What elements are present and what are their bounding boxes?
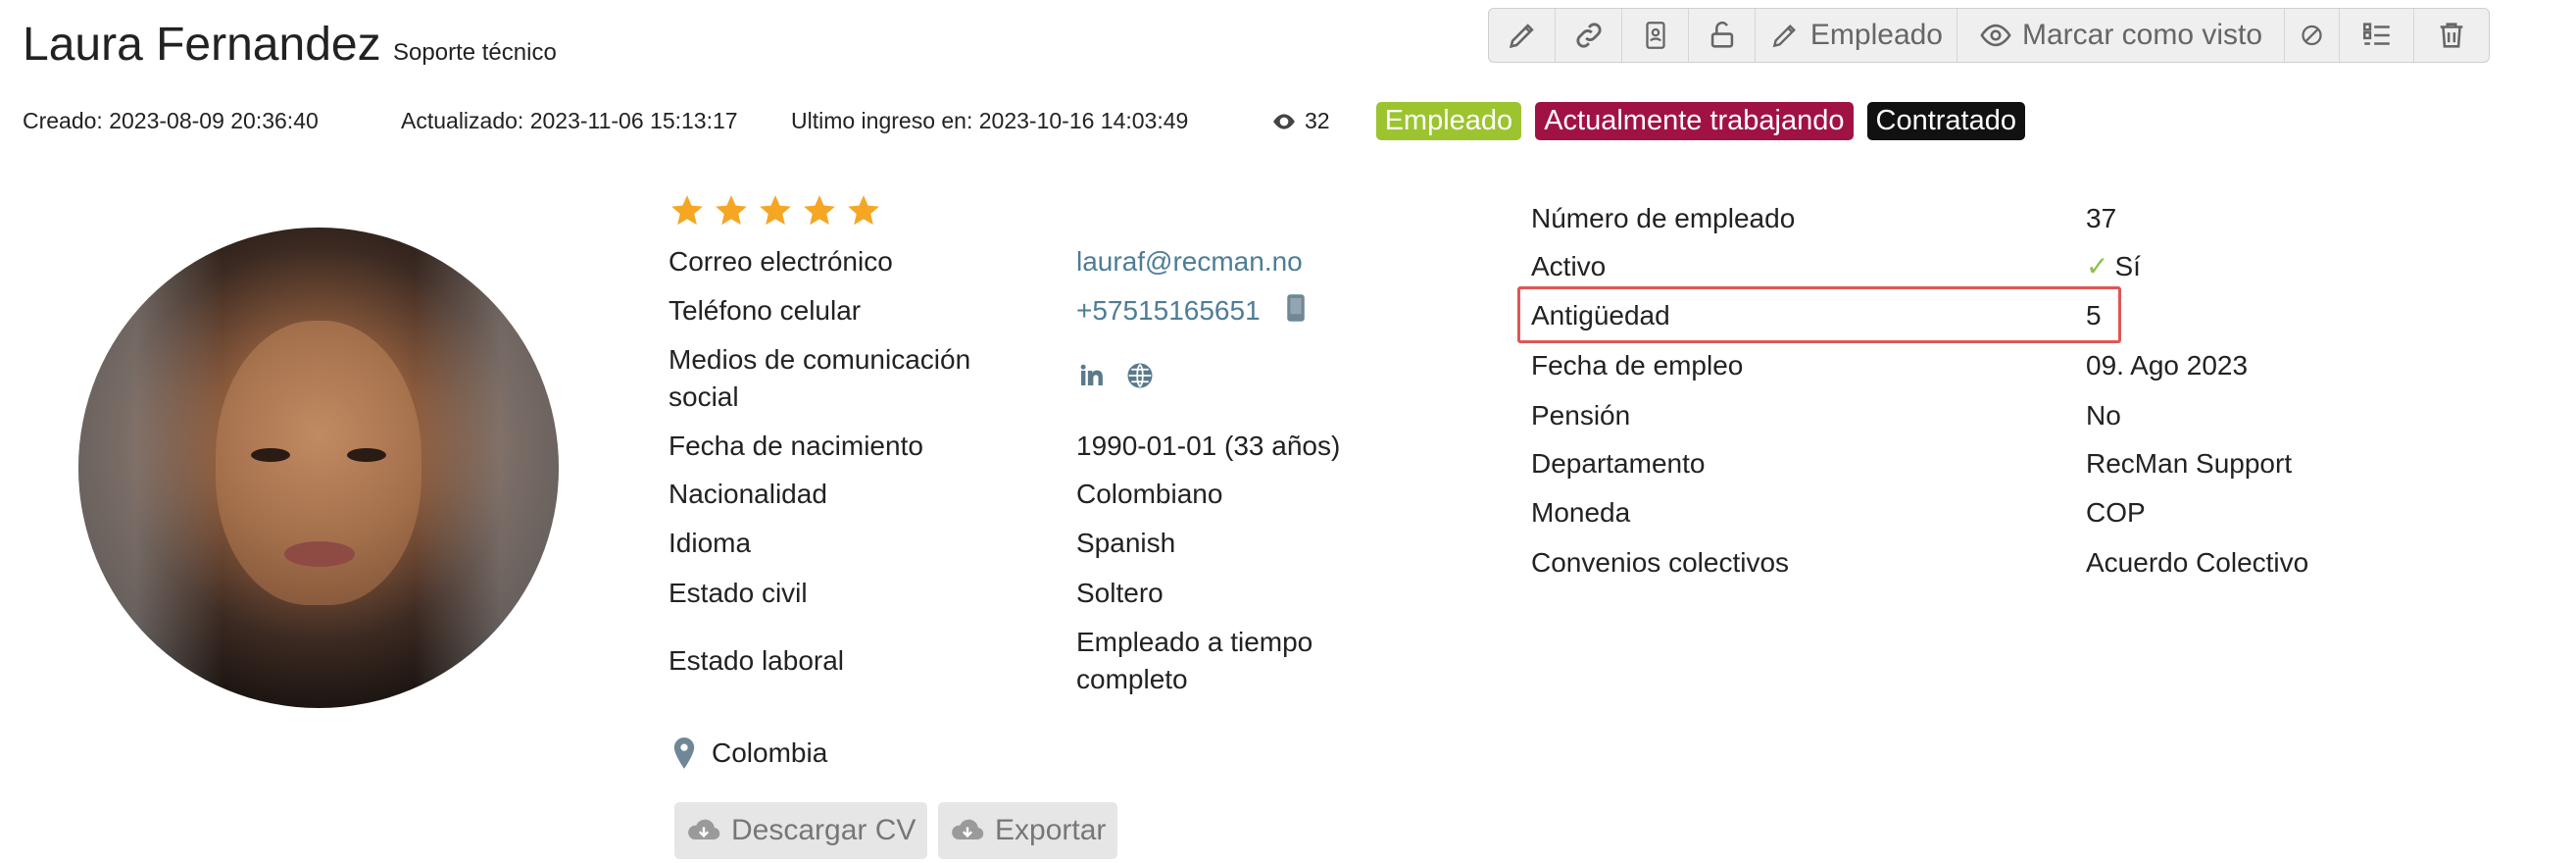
active-label: Activo: [1531, 251, 1607, 281]
phone-row: +57515165651: [1076, 292, 1307, 332]
view-count: 32: [1271, 108, 1330, 134]
civil-status-label: Estado civil: [669, 578, 808, 608]
star-icon: [671, 195, 703, 226]
collective-agreements-label: Convenios colectivos: [1531, 547, 1790, 578]
updated-date: Actualizado: 2023-11-06 15:13:17: [401, 108, 738, 133]
export-button[interactable]: Exportar: [938, 802, 1118, 859]
action-toolbar: Empleado Marcar como visto: [1488, 8, 2490, 63]
status-badge-employee: Empleado: [1375, 102, 1522, 140]
nationality-label: Nacionalidad: [669, 479, 827, 509]
created-date: Creado: 2023-08-09 20:36:40: [23, 108, 319, 133]
pension-value: No: [2086, 400, 2121, 431]
work-status-value-line1: Empleado a tiempo: [1076, 627, 1313, 657]
nationality-value: Colombiano: [1076, 479, 1223, 509]
globe-icon[interactable]: [1125, 361, 1155, 390]
record-meta: Creado: 2023-08-09 20:36:40 Actualizado:…: [23, 102, 2025, 140]
link-icon: [1575, 23, 1602, 48]
delete-button[interactable]: [2414, 9, 2489, 62]
trash-icon: [2440, 23, 2463, 48]
email-label: Correo electrónico: [669, 246, 893, 277]
edit-button[interactable]: [1489, 9, 1556, 62]
location: Colombia: [672, 737, 827, 769]
civil-status-value: Soltero: [1076, 578, 1164, 608]
star-icon: [716, 195, 747, 226]
star-icon: [848, 195, 879, 226]
social-label-line1: Medios de comunicación: [669, 344, 971, 375]
cloud-download-icon: [952, 819, 984, 840]
list-button[interactable]: [2340, 9, 2414, 62]
seniority-label: Antigüedad: [1531, 300, 1670, 330]
employee-edit-button[interactable]: Empleado: [1756, 9, 1957, 62]
employment-date-value: 09. Ago 2023: [2086, 350, 2249, 381]
linkedin-icon[interactable]: [1076, 361, 1106, 390]
social-label-line2: social: [669, 381, 739, 412]
block-button[interactable]: [2285, 9, 2340, 62]
contact-card-icon: [1645, 22, 1665, 49]
active-value-text: Sí: [2114, 251, 2141, 281]
download-cv-button[interactable]: Descargar CV: [674, 802, 928, 859]
pension-label: Pensión: [1531, 400, 1631, 431]
download-cv-label: Descargar CV: [731, 814, 916, 846]
employment-date-label: Fecha de empleo: [1531, 350, 1744, 381]
view-count-value: 32: [1305, 108, 1330, 133]
mobile-phone-icon[interactable]: [1285, 293, 1307, 332]
map-pin-icon: [673, 737, 695, 769]
mark-as-seen-button[interactable]: Marcar como visto: [1957, 9, 2285, 62]
list-icon: [2362, 23, 2390, 45]
unlock-button[interactable]: [1689, 9, 1756, 62]
currency-value: COP: [2086, 497, 2146, 528]
rating-stars[interactable]: [669, 192, 882, 229]
currency-label: Moneda: [1531, 497, 1631, 528]
department-value: RecMan Support: [2086, 448, 2293, 479]
star-icon: [804, 195, 835, 226]
candidate-role: Soporte técnico: [393, 39, 557, 66]
block-icon: [2302, 25, 2322, 46]
social-links: [1076, 361, 1155, 390]
contact-card-button[interactable]: [1622, 9, 1689, 62]
birthdate-value: 1990-01-01 (33 años): [1076, 431, 1341, 461]
phone-link[interactable]: +57515165651: [1076, 295, 1261, 326]
status-badge-hired: Contratado: [1866, 102, 2025, 140]
cloud-download-icon: [688, 819, 720, 840]
department-label: Departamento: [1531, 448, 1706, 479]
page-header: Laura Fernandez Soporte técnico: [23, 18, 557, 72]
active-value: ✓ Sí: [2086, 248, 2141, 285]
unlock-icon: [1710, 21, 1733, 48]
pencil-icon: [1509, 24, 1534, 49]
email-link[interactable]: lauraf@recman.no: [1076, 243, 1303, 280]
seniority-value: 5: [2086, 300, 2102, 330]
export-label: Exportar: [995, 814, 1107, 846]
mark-as-seen-label: Marcar como visto: [2021, 19, 2263, 51]
employee-number-value: 37: [2086, 203, 2117, 233]
work-status-value-line2: completo: [1076, 664, 1188, 694]
pencil-icon: [1772, 25, 1796, 48]
employee-edit-label: Empleado: [1809, 19, 1943, 51]
phone-label: Teléfono celular: [669, 295, 862, 326]
birthdate-label: Fecha de nacimiento: [669, 431, 923, 461]
checkmark-icon: ✓: [2086, 251, 2109, 281]
work-status-label: Estado laboral: [669, 645, 845, 676]
star-icon: [760, 195, 791, 226]
language-label: Idioma: [669, 528, 752, 558]
link-button[interactable]: [1556, 9, 1622, 62]
eye-icon: [1980, 24, 2011, 47]
language-value: Spanish: [1076, 528, 1176, 558]
location-value: Colombia: [712, 737, 828, 768]
last-login-date: Ultimo ingreso en: 2023-10-16 14:03:49: [791, 108, 1189, 133]
status-badge-working: Actualmente trabajando: [1535, 102, 1854, 140]
collective-agreements-value: Acuerdo Colectivo: [2086, 547, 2309, 578]
eye-icon: [1273, 113, 1295, 129]
avatar: [78, 228, 559, 708]
candidate-name: Laura Fernandez: [23, 19, 381, 71]
employee-number-label: Número de empleado: [1531, 203, 1796, 233]
